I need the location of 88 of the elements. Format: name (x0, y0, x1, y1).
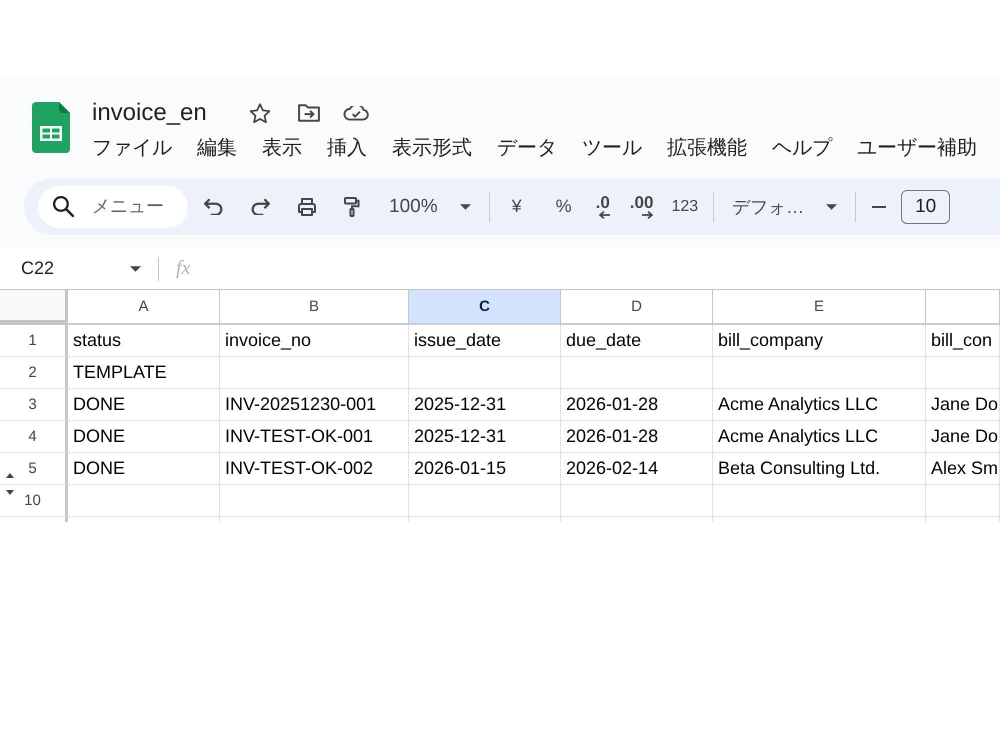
grid-cell[interactable] (926, 357, 1000, 389)
grid-cell[interactable]: 2025-12-31 (409, 389, 561, 421)
grid-cell[interactable] (68, 485, 220, 517)
grid-cell[interactable]: 2026-01-28 (561, 389, 713, 421)
grid-cell[interactable]: Acme Analytics LLC (713, 421, 926, 453)
star-icon (250, 103, 270, 123)
down-triangle-icon[interactable] (6, 490, 14, 495)
document-title[interactable]: invoice_en (92, 98, 207, 128)
menu-search-field[interactable]: メニュー (38, 186, 188, 228)
grid-cell[interactable] (713, 357, 926, 389)
up-triangle-icon[interactable] (6, 473, 14, 478)
grid-cell[interactable]: Jane Do (926, 421, 1000, 453)
grid-cell[interactable]: bill_company (713, 325, 926, 357)
grid-cell[interactable] (409, 485, 561, 517)
cell-reference-box[interactable]: C22 (15, 254, 147, 284)
grid-cell[interactable]: DONE (68, 389, 220, 421)
left-arrow-icon (598, 211, 610, 219)
grid-cell[interactable]: TEMPLATE (68, 357, 220, 389)
undo-icon (204, 198, 222, 215)
select-all-corner[interactable] (0, 290, 68, 325)
number-format-button[interactable]: 123 (667, 190, 702, 224)
row-header[interactable]: 2 (0, 357, 68, 389)
grid-cell[interactable]: invoice_no (220, 325, 409, 357)
grid-cell[interactable]: bill_con (926, 325, 1000, 357)
grid-cell[interactable] (713, 485, 926, 517)
font-dropdown[interactable]: デフォ… (724, 190, 846, 224)
grid-cell[interactable]: DONE (68, 453, 220, 485)
grid-cell[interactable] (561, 485, 713, 517)
zoom-dropdown[interactable]: 100% (383, 190, 477, 224)
grid-cell[interactable]: Alex Sm (926, 453, 1000, 485)
grid-cell[interactable]: 2025-12-31 (409, 421, 561, 453)
menu-item[interactable]: ヘルプ (772, 136, 832, 160)
column-header[interactable]: E (713, 290, 926, 325)
menu-item[interactable]: 編集 (197, 136, 237, 160)
grid-cell[interactable]: issue_date (409, 325, 561, 357)
grid-cell[interactable]: Jane Do (926, 389, 1000, 421)
row-header[interactable]: 1 (0, 325, 68, 357)
folder-arrow-icon (298, 104, 320, 122)
grid-cell[interactable]: status (68, 325, 220, 357)
grid-cell[interactable]: INV-TEST-OK-002 (220, 453, 409, 485)
row-header[interactable]: 10 (0, 485, 68, 517)
grid-cell[interactable]: DONE (68, 421, 220, 453)
currency-format-button[interactable]: ¥ (500, 190, 534, 224)
caret-icon (130, 266, 141, 272)
minus-icon (872, 206, 886, 208)
font-size-field[interactable]: 10 (901, 190, 950, 224)
grid-cell[interactable]: Beta Consulting Ltd. (713, 453, 926, 485)
grid-cell[interactable] (926, 485, 1000, 517)
grid-cell[interactable] (220, 357, 409, 389)
grid-cell[interactable]: INV-TEST-OK-001 (220, 421, 409, 453)
grid-cell[interactable] (220, 485, 409, 517)
menu-item[interactable]: ファイル (92, 136, 172, 160)
column-header[interactable]: B (220, 290, 409, 325)
grid-cell[interactable]: INV-20251230-001 (220, 389, 409, 421)
grid-cell[interactable]: 2026-01-28 (561, 421, 713, 453)
menu-item[interactable]: ユーザー補助 (857, 136, 977, 160)
function-label: fx (176, 257, 190, 280)
cloud-check-icon (342, 106, 369, 120)
search-icon (53, 196, 74, 217)
column-header[interactable]: C (409, 290, 561, 325)
row-header[interactable]: 5 (0, 453, 68, 485)
row-header[interactable]: 3 (0, 389, 68, 421)
caret-icon (460, 204, 471, 210)
column-header[interactable]: A (68, 290, 220, 325)
percent-format-button[interactable]: % (546, 190, 581, 224)
increase-decimal-button[interactable]: .00 (626, 190, 658, 224)
column-header[interactable]: D (561, 290, 713, 325)
decrease-decimal-button[interactable]: .0 (592, 190, 614, 224)
paint-roller-icon (342, 196, 362, 216)
grid-cell[interactable]: 2026-02-14 (561, 453, 713, 485)
grid-cell[interactable]: Acme Analytics LLC (713, 389, 926, 421)
menu-item[interactable]: 挿入 (327, 136, 367, 160)
grid-cell[interactable]: 2026-01-15 (409, 453, 561, 485)
grid-cell[interactable]: due_date (561, 325, 713, 357)
menu-item[interactable]: データ (497, 136, 557, 160)
menu-item[interactable]: 表示形式 (392, 136, 472, 160)
column-header[interactable] (926, 290, 1000, 325)
spreadsheet-logo-icon[interactable] (32, 102, 70, 153)
printer-icon (297, 196, 317, 216)
menu-item[interactable]: ツール (582, 136, 642, 160)
right-arrow-icon (642, 211, 654, 219)
row-header[interactable]: 4 (0, 421, 68, 453)
redo-icon (250, 198, 270, 215)
menu-item[interactable]: 拡張機能 (667, 136, 747, 160)
caret-icon (826, 204, 838, 210)
grid-cell[interactable] (409, 357, 561, 389)
grid-cell[interactable] (561, 357, 713, 389)
menu-item[interactable]: 表示 (262, 136, 302, 160)
